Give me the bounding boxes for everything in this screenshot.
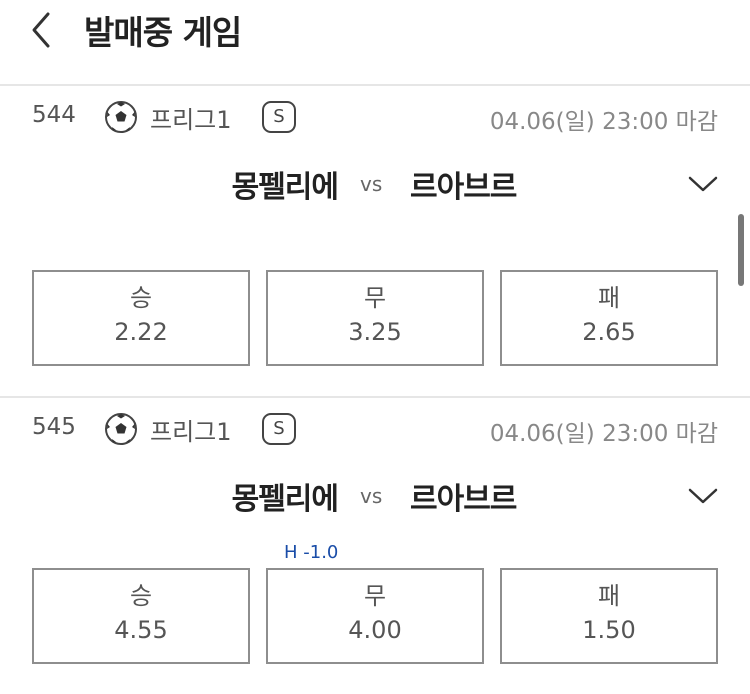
game-card: 544 프리그1 S 04.06(일) 23:00 마감 몽펠리에 vs 르아브… xyxy=(0,88,750,398)
odd-value: 1.50 xyxy=(582,616,636,644)
odds-row: 승 4.55 무 4.00 패 1.50 xyxy=(0,568,750,664)
matchup-row: 몽펠리에 vs 르아브르 xyxy=(0,474,750,518)
game-card: 545 프리그1 S 04.06(일) 23:00 마감 몽펠리에 vs 르아브… xyxy=(0,400,750,694)
game-meta-row: 544 프리그1 S 04.06(일) 23:00 마감 xyxy=(0,100,750,136)
soccer-ball-icon xyxy=(105,413,137,445)
deadline-text: 04.06(일) 23:00 마감 xyxy=(489,109,718,135)
game-meta-row: 545 프리그1 S 04.06(일) 23:00 마감 xyxy=(0,412,750,448)
chevron-left-icon xyxy=(32,12,50,48)
odd-value: 3.25 xyxy=(348,318,402,346)
odd-label: 무 xyxy=(363,582,387,610)
odd-value: 2.65 xyxy=(582,318,636,346)
odd-label: 무 xyxy=(363,284,387,312)
odd-label: 승 xyxy=(129,284,153,312)
handicap-label: H -1.0 xyxy=(284,542,339,563)
odd-button-draw[interactable]: 무 3.25 xyxy=(266,270,484,366)
odd-button-draw[interactable]: 무 4.00 xyxy=(266,568,484,664)
away-team: 르아브르 xyxy=(410,482,517,517)
chevron-down-icon[interactable] xyxy=(686,484,720,508)
odd-value: 2.22 xyxy=(114,318,168,346)
home-team: 몽펠리에 xyxy=(231,170,339,205)
away-team: 르아브르 xyxy=(410,170,517,205)
odd-label: 패 xyxy=(597,284,621,312)
odd-value: 4.55 xyxy=(114,616,168,644)
vs-label: vs xyxy=(360,172,383,196)
odd-button-lose[interactable]: 패 2.65 xyxy=(500,270,718,366)
status-badge: S xyxy=(262,413,296,445)
game-number: 544 xyxy=(32,102,76,128)
app-header: 발매중 게임 xyxy=(0,0,750,86)
odd-button-win[interactable]: 승 2.22 xyxy=(32,270,250,366)
odd-label: 패 xyxy=(597,582,621,610)
back-button[interactable] xyxy=(24,8,64,52)
soccer-ball-icon xyxy=(105,101,137,133)
odd-value: 4.00 xyxy=(348,616,402,644)
league-name: 프리그1 xyxy=(150,106,232,134)
home-team: 몽펠리에 xyxy=(231,482,339,517)
odds-row: 승 2.22 무 3.25 패 2.65 xyxy=(0,270,750,366)
game-number: 545 xyxy=(32,414,76,440)
league-name: 프리그1 xyxy=(150,418,232,446)
odd-label: 승 xyxy=(129,582,153,610)
status-badge: S xyxy=(262,101,296,133)
matchup-row: 몽펠리에 vs 르아브르 xyxy=(0,162,750,206)
page-title: 발매중 게임 xyxy=(84,13,242,52)
deadline-text: 04.06(일) 23:00 마감 xyxy=(489,421,718,447)
odd-button-lose[interactable]: 패 1.50 xyxy=(500,568,718,664)
odd-button-win[interactable]: 승 4.55 xyxy=(32,568,250,664)
vs-label: vs xyxy=(360,484,383,508)
chevron-down-icon[interactable] xyxy=(686,172,720,196)
